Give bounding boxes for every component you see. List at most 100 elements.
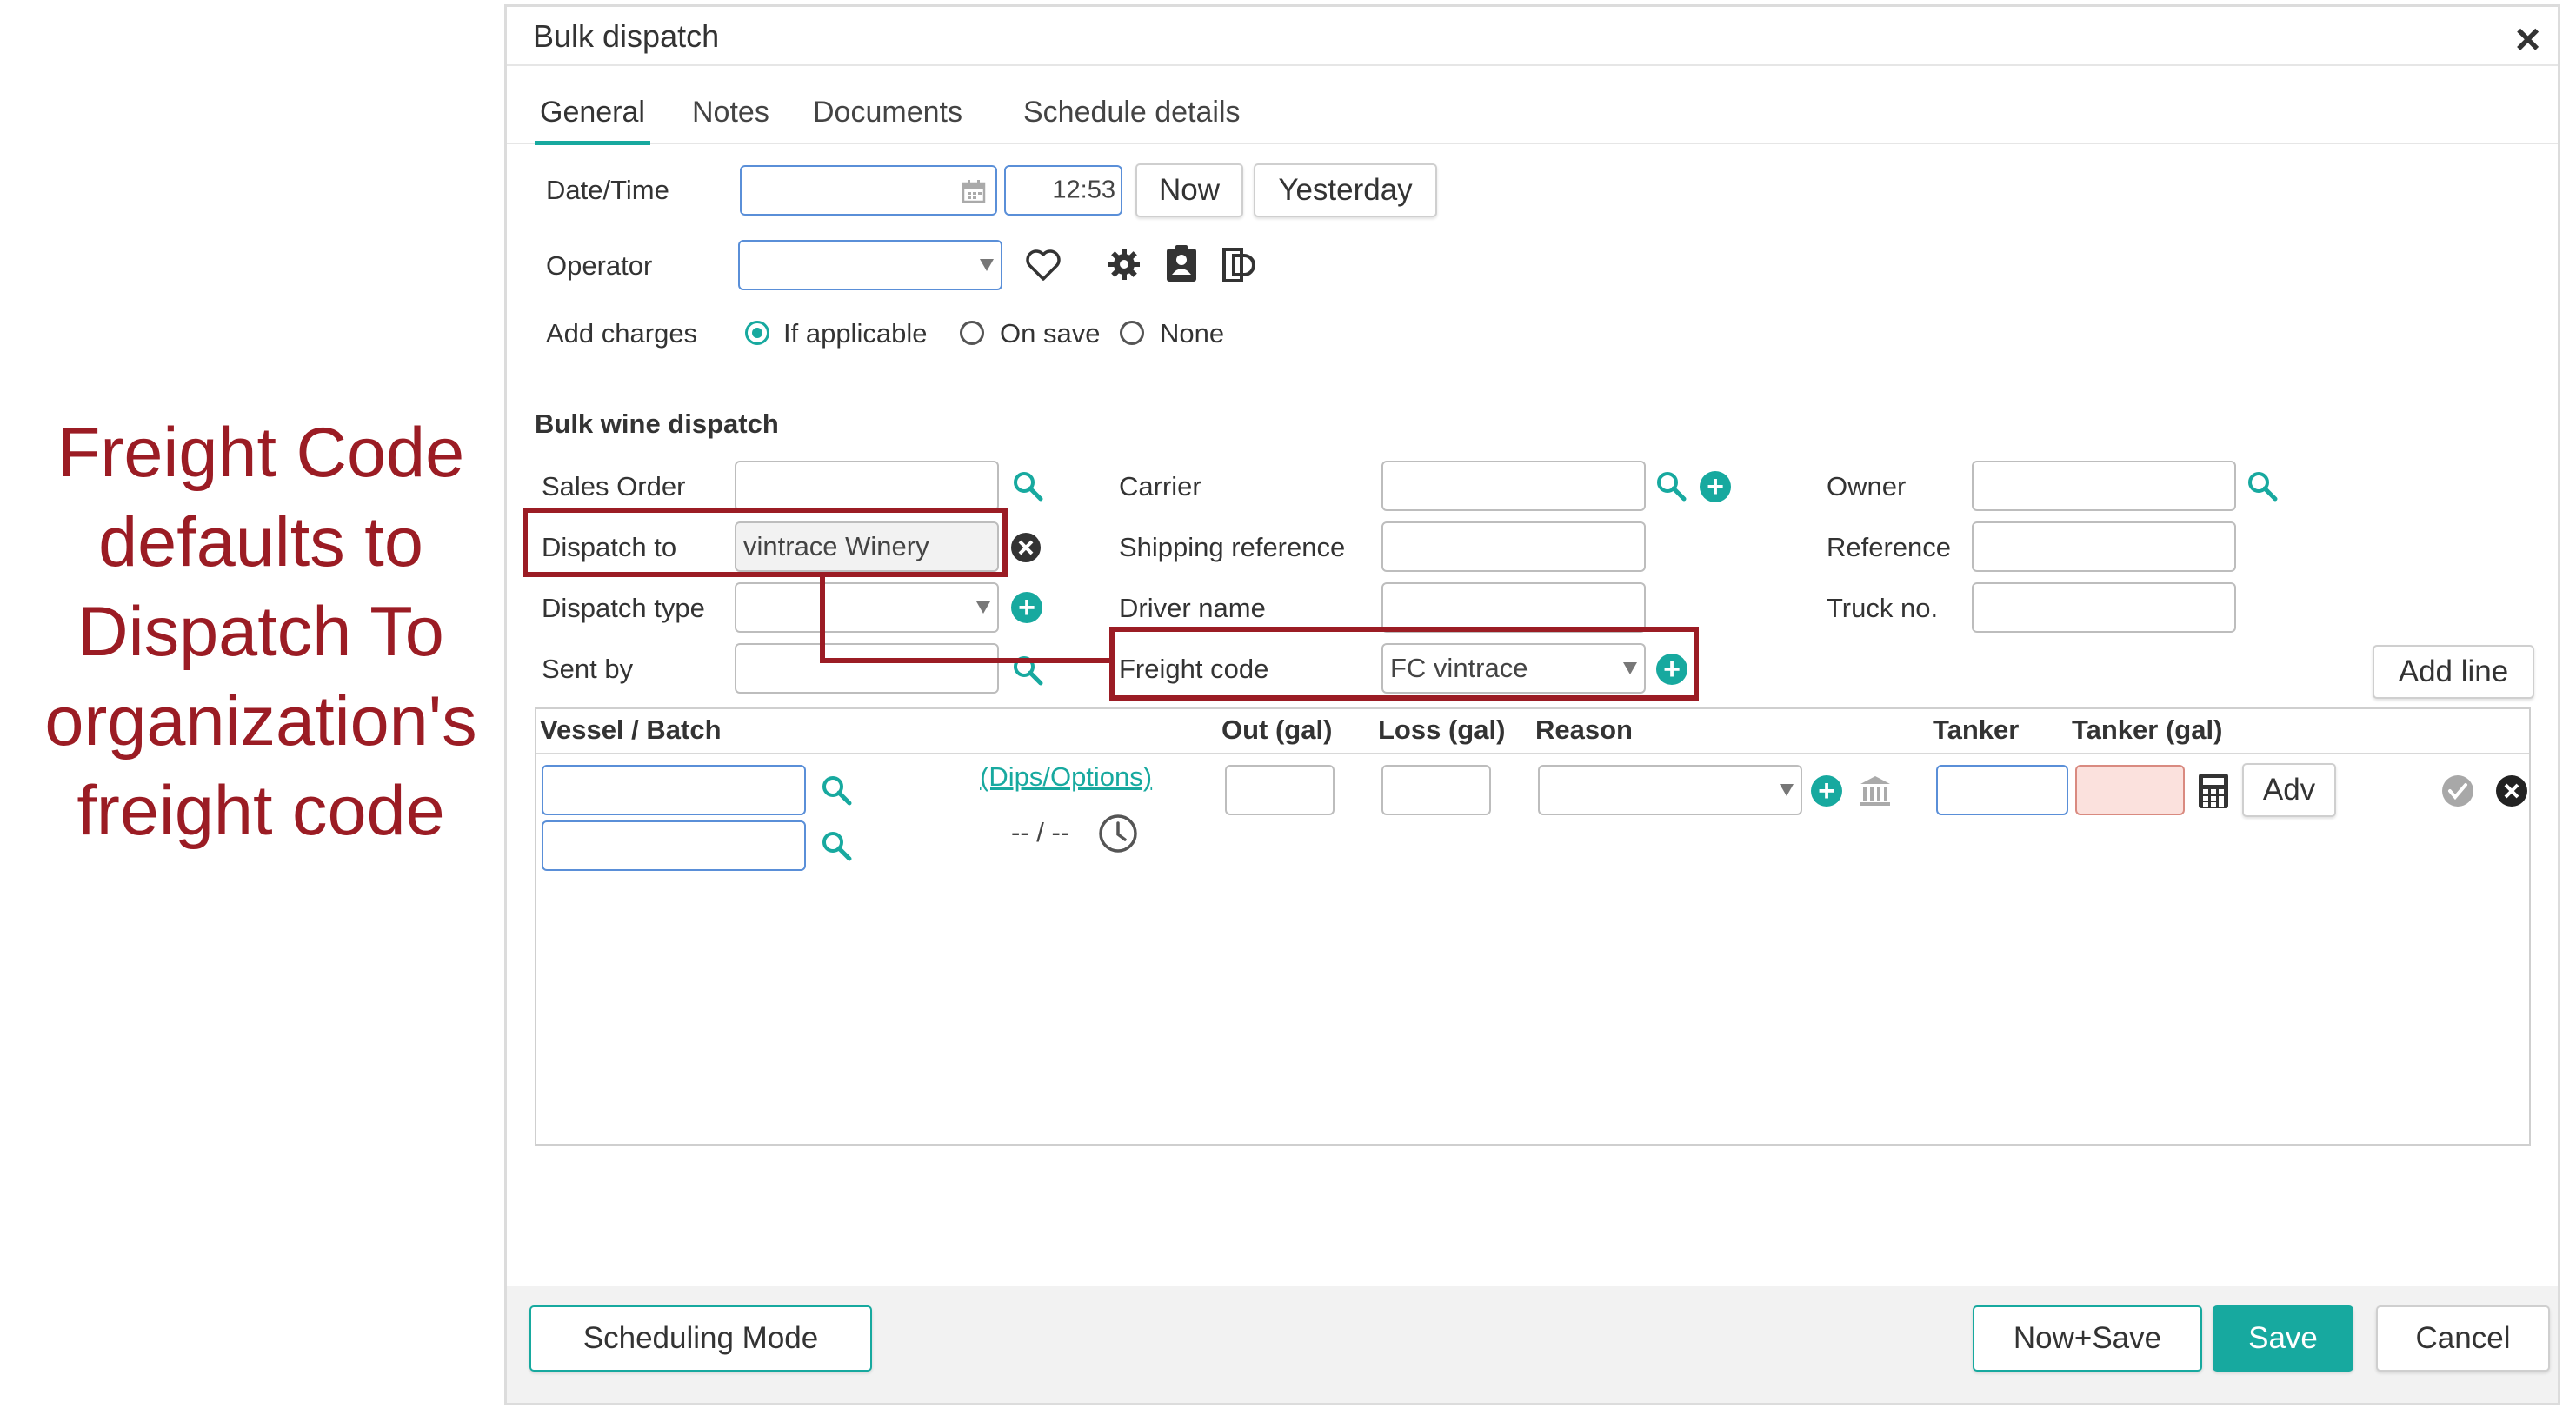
tab-documents[interactable]: Documents <box>813 96 962 130</box>
heart-icon[interactable] <box>1025 249 1062 282</box>
gear-icon[interactable] <box>1107 247 1142 282</box>
yesterday-button[interactable]: Yesterday <box>1254 163 1437 217</box>
scheduling-mode-button[interactable]: Scheduling Mode <box>529 1305 872 1372</box>
plus-circle-icon[interactable]: + <box>1011 592 1042 623</box>
sent-by-input[interactable] <box>735 643 999 694</box>
col-reason: Reason <box>1535 714 1633 745</box>
dialog-titlebar: Bulk dispatch × <box>507 7 2558 66</box>
charges-on-save-label: On save <box>1000 318 1101 349</box>
charges-on-save-radio[interactable] <box>960 321 984 345</box>
col-tanker: Tanker <box>1933 714 2020 745</box>
carrier-label: Carrier <box>1119 471 1201 502</box>
chevron-down-icon <box>1780 784 1794 796</box>
reference-label: Reference <box>1827 532 1952 562</box>
document-icon[interactable] <box>1221 247 1256 283</box>
add-charges-label: Add charges <box>546 318 698 349</box>
chevron-down-icon <box>976 601 990 614</box>
batch-input[interactable] <box>542 820 806 871</box>
bulk-dispatch-dialog: Bulk dispatch × General Notes Documents … <box>504 4 2560 1405</box>
contact-card-icon[interactable] <box>1164 245 1199 283</box>
dispatch-type-label: Dispatch type <box>542 593 705 623</box>
tab-notes[interactable]: Notes <box>692 96 769 130</box>
search-icon[interactable] <box>820 829 853 862</box>
chevron-down-icon <box>980 259 994 271</box>
tanker-gal-input[interactable] <box>2075 765 2185 815</box>
sales-order-label: Sales Order <box>542 471 686 502</box>
time-value: 12:53 <box>1052 176 1115 204</box>
dips-options-link[interactable]: (Dips/Options) <box>980 761 1152 793</box>
col-loss-gal: Loss (gal) <box>1378 714 1506 745</box>
adv-button[interactable]: Adv <box>2242 763 2336 817</box>
tab-bar: General Notes Documents Schedule details <box>507 85 2558 145</box>
operator-select[interactable] <box>738 240 1002 290</box>
search-icon[interactable] <box>2246 469 2279 502</box>
calendar-icon[interactable] <box>961 178 987 204</box>
table-header <box>536 709 2529 754</box>
search-icon[interactable] <box>1011 469 1044 502</box>
lines-table: Vessel / Batch Out (gal) Loss (gal) Reas… <box>535 708 2531 1146</box>
section-title: Bulk wine dispatch <box>535 409 779 439</box>
annotation-line: freight code <box>77 772 445 850</box>
driver-name-label: Driver name <box>1119 593 1266 623</box>
save-button[interactable]: Save <box>2213 1305 2353 1372</box>
time-placeholder: -- / -- <box>1011 817 1070 847</box>
x-circle-icon[interactable] <box>2494 774 2529 808</box>
truck-no-label: Truck no. <box>1827 593 1939 623</box>
now-save-button[interactable]: Now+Save <box>1973 1305 2202 1372</box>
tab-general[interactable]: General <box>535 96 650 145</box>
search-icon[interactable] <box>1654 469 1687 502</box>
vessel-input[interactable] <box>542 765 806 815</box>
connector-line <box>820 658 1112 663</box>
now-button[interactable]: Now <box>1135 163 1243 217</box>
driver-name-input[interactable] <box>1381 582 1646 633</box>
time-input[interactable]: 12:53 <box>1004 165 1122 216</box>
charges-none-label: None <box>1160 318 1225 349</box>
col-vessel-batch: Vessel / Batch <box>540 714 722 745</box>
clock-icon[interactable] <box>1098 814 1138 854</box>
x-circle-icon[interactable] <box>1009 531 1042 564</box>
shipping-reference-label: Shipping reference <box>1119 532 1346 562</box>
charges-none-radio[interactable] <box>1120 321 1144 345</box>
check-circle-icon[interactable] <box>2440 774 2475 808</box>
col-tanker-gal: Tanker (gal) <box>2072 714 2223 745</box>
close-icon[interactable]: × <box>2515 14 2540 64</box>
owner-input[interactable] <box>1972 461 2236 511</box>
tab-schedule-details[interactable]: Schedule details <box>1023 96 1241 130</box>
charges-if-applicable-label: If applicable <box>783 318 928 349</box>
bank-icon[interactable] <box>1858 774 1893 808</box>
charges-if-applicable-radio[interactable] <box>745 321 769 345</box>
plus-circle-icon[interactable]: + <box>1700 471 1731 502</box>
owner-label: Owner <box>1827 471 1907 502</box>
truck-no-input[interactable] <box>1972 582 2236 633</box>
tab-label: Documents <box>813 96 962 129</box>
loss-gal-input[interactable] <box>1381 765 1491 815</box>
date-input[interactable] <box>740 165 997 216</box>
add-line-button[interactable]: Add line <box>2373 645 2534 699</box>
annotation-line: Dispatch To <box>77 593 444 671</box>
annotation-line: organization's <box>44 682 477 761</box>
connector-line <box>820 575 825 663</box>
reference-input[interactable] <box>1972 521 2236 572</box>
carrier-input[interactable] <box>1381 461 1646 511</box>
sales-order-input[interactable] <box>735 461 999 511</box>
annotation-line: defaults to <box>98 503 423 581</box>
calculator-icon[interactable] <box>2197 772 2230 810</box>
annotation-line: Freight Code <box>57 414 465 492</box>
tanker-input[interactable] <box>1936 765 2068 815</box>
col-out-gal: Out (gal) <box>1221 714 1333 745</box>
annotation-callout: Freight Code defaults to Dispatch To org… <box>0 409 522 856</box>
datetime-label: Date/Time <box>546 175 669 205</box>
shipping-reference-input[interactable] <box>1381 521 1646 572</box>
tab-label: Schedule details <box>1023 96 1241 129</box>
freight-code-highlight <box>1109 627 1699 701</box>
reason-select[interactable] <box>1538 765 1802 815</box>
dispatch-to-highlight <box>523 508 1008 577</box>
dialog-title: Bulk dispatch <box>533 18 720 54</box>
out-gal-input[interactable] <box>1225 765 1335 815</box>
operator-label: Operator <box>546 250 653 281</box>
tab-label: General <box>540 96 645 129</box>
dispatch-type-select[interactable] <box>735 582 999 633</box>
search-icon[interactable] <box>820 774 853 807</box>
cancel-button[interactable]: Cancel <box>2376 1305 2550 1372</box>
plus-circle-icon[interactable]: + <box>1811 775 1842 807</box>
